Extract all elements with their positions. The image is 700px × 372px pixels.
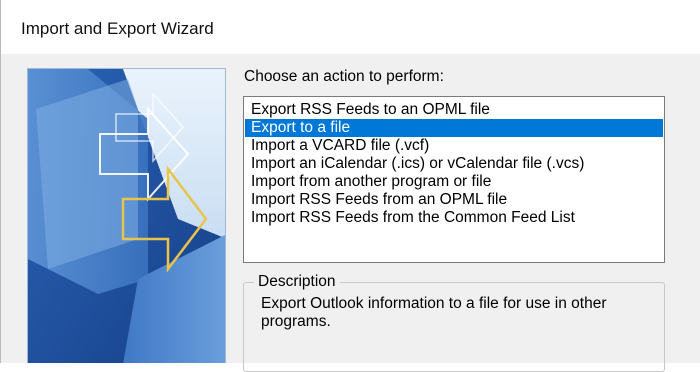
action-listbox[interactable]: Export RSS Feeds to an OPML file Export … [243, 96, 665, 263]
list-item-export-rss-opml[interactable]: Export RSS Feeds to an OPML file [245, 101, 663, 119]
list-item-import-from-program[interactable]: Import from another program or file [245, 173, 663, 191]
list-item-import-rss-opml[interactable]: Import RSS Feeds from an OPML file [245, 191, 663, 209]
wizard-body: Choose an action to perform: Export RSS … [1, 54, 700, 372]
description-group: Description Export Outlook information t… [243, 273, 665, 372]
list-item-import-icalendar[interactable]: Import an iCalendar (.ics) or vCalendar … [245, 155, 663, 173]
wizard-banner-image [27, 68, 226, 363]
list-item-import-rss-common-feed[interactable]: Import RSS Feeds from the Common Feed Li… [245, 209, 663, 227]
list-item-export-to-file[interactable]: Export to a file [245, 119, 663, 137]
import-export-arrows-icon [28, 69, 225, 363]
choose-action-label: Choose an action to perform: [244, 68, 444, 85]
description-text: Export Outlook information to a file for… [261, 295, 607, 330]
import-export-wizard-dialog: Import and Export Wizard Choose an actio… [0, 0, 700, 372]
title-bar[interactable]: Import and Export Wizard [1, 0, 700, 54]
list-item-import-vcard[interactable]: Import a VCARD file (.vcf) [245, 137, 663, 155]
description-legend: Description [254, 273, 340, 291]
window-title: Import and Export Wizard [21, 19, 214, 38]
